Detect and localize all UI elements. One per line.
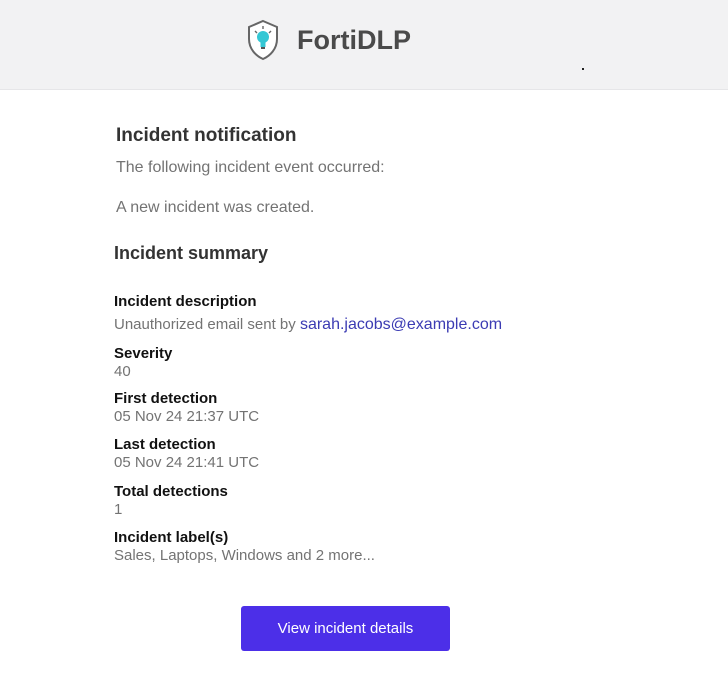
notification-title: Incident notification <box>116 125 297 146</box>
first-detection-label: First detection <box>114 390 218 407</box>
last-detection-value: 05 Nov 24 21:41 UTC <box>114 454 260 471</box>
email-body: Incident notification The following inci… <box>0 0 728 676</box>
incident-labels-label: Incident label(s) <box>114 529 229 546</box>
summary-title: Incident summary <box>114 243 269 263</box>
severity-label: Severity <box>114 345 173 362</box>
reporter-email-link[interactable]: sarah.jacobs@example.com <box>300 316 502 333</box>
incident-labels-value: Sales, Laptops, Windows and 2 more... <box>114 547 375 564</box>
last-detection-label: Last detection <box>114 436 216 453</box>
total-detections-value: 1 <box>114 501 123 518</box>
incident-description-value: Unauthorized email sent by sarah.jacobs@… <box>114 316 502 334</box>
incident-description-prefix: Unauthorized email sent by <box>114 316 296 333</box>
first-detection-value: 05 Nov 24 21:37 UTC <box>114 408 260 425</box>
notification-intro: The following incident event occurred: <box>116 159 385 176</box>
view-incident-details-button[interactable]: View incident details <box>241 606 450 651</box>
total-detections-label: Total detections <box>114 483 228 500</box>
incident-description-label: Incident description <box>114 293 257 310</box>
severity-value: 40 <box>114 363 131 380</box>
notification-event: A new incident was created. <box>116 199 315 216</box>
